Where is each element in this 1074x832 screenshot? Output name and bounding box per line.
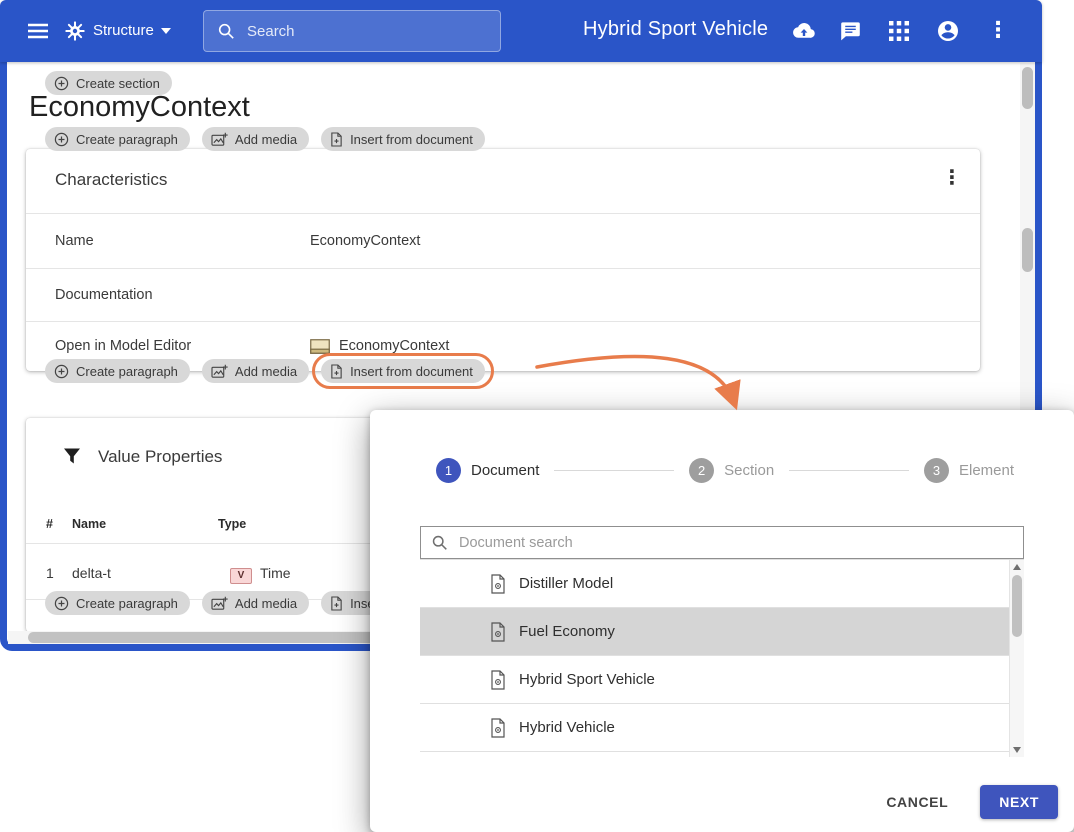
dialog-footer: CANCEL NEXT xyxy=(882,785,1058,819)
insert-from-document-button[interactable]: Insert from document xyxy=(321,359,485,383)
card-title: Value Properties xyxy=(98,447,222,467)
create-paragraph-button[interactable]: Create paragraph xyxy=(45,127,190,151)
cancel-button[interactable]: CANCEL xyxy=(882,788,952,816)
insert-document-icon xyxy=(330,132,343,147)
document-list: Distiller Model Fuel Economy Hybrid Spor… xyxy=(420,559,1024,757)
column-header-name: Name xyxy=(72,517,106,531)
field-row-documentation: Documentation xyxy=(26,268,980,322)
column-header-type: Type xyxy=(218,517,246,531)
card-menu-icon[interactable]: ⋮ xyxy=(942,165,962,190)
search-icon xyxy=(431,534,448,551)
structure-menu-button[interactable]: Structure xyxy=(93,22,154,39)
global-search[interactable] xyxy=(203,10,501,52)
step-3-circle: 3 xyxy=(924,458,949,483)
add-media-icon xyxy=(211,596,228,611)
add-media-button[interactable]: Add media xyxy=(202,591,309,615)
add-media-icon xyxy=(211,132,228,147)
step-connector xyxy=(554,470,674,471)
column-header-num: # xyxy=(46,517,53,531)
step-2-circle: 2 xyxy=(689,458,714,483)
document-search-input[interactable] xyxy=(457,534,1023,552)
plus-circle-icon xyxy=(54,132,69,147)
menu-icon[interactable] xyxy=(26,19,50,43)
plus-circle-icon xyxy=(54,596,69,611)
step-connector xyxy=(789,470,909,471)
add-media-button[interactable]: Add media xyxy=(202,359,309,383)
document-search-field[interactable] xyxy=(420,526,1024,559)
insert-document-icon xyxy=(330,596,343,611)
structure-gear-icon[interactable] xyxy=(63,19,87,43)
type-badge: V xyxy=(230,565,252,584)
step-section: 2 Section xyxy=(689,458,774,483)
document-icon xyxy=(490,670,506,690)
document-icon xyxy=(490,718,506,738)
step-document: 1 Document xyxy=(436,458,539,483)
insert-from-document-button[interactable]: Insert from document xyxy=(321,127,485,151)
add-media-button[interactable]: Add media xyxy=(202,127,309,151)
cloud-upload-icon[interactable] xyxy=(790,21,816,41)
plus-circle-icon xyxy=(54,76,69,91)
document-title: Hybrid Sport Vehicle xyxy=(583,18,768,41)
card-title: Characteristics xyxy=(55,170,167,190)
list-scrollbar[interactable] xyxy=(1009,560,1024,757)
step-element: 3 Element xyxy=(924,458,1014,483)
step-1-circle: 1 xyxy=(436,458,461,483)
list-item-selected[interactable]: Fuel Economy xyxy=(420,608,1024,656)
comments-icon[interactable] xyxy=(839,20,862,43)
appbar: Structure Hybrid Sport Vehicle xyxy=(0,0,1042,62)
annotation-highlight-box: Insert from document xyxy=(312,353,494,389)
scrollbar-thumb[interactable] xyxy=(1022,67,1033,109)
scrollbar-thumb[interactable] xyxy=(1022,228,1033,272)
search-input[interactable] xyxy=(245,22,479,41)
search-icon xyxy=(217,22,235,40)
next-button[interactable]: NEXT xyxy=(980,785,1058,819)
chevron-down-icon[interactable] xyxy=(161,28,171,34)
apps-grid-icon[interactable] xyxy=(889,21,909,41)
create-paragraph-button[interactable]: Create paragraph xyxy=(45,591,190,615)
account-icon[interactable] xyxy=(936,19,960,43)
dialog-stepper: 1 Document 2 Section 3 Element xyxy=(436,458,1014,483)
model-diagram-icon xyxy=(310,339,330,354)
list-item[interactable]: Hybrid Sport Vehicle xyxy=(420,656,1024,704)
field-row-name: Name EconomyContext xyxy=(26,213,980,269)
create-section-button[interactable]: Create section xyxy=(45,71,172,95)
insert-document-icon xyxy=(330,364,343,379)
create-paragraph-button[interactable]: Create paragraph xyxy=(45,359,190,383)
list-item[interactable]: Distiller Model xyxy=(420,560,1024,608)
add-media-icon xyxy=(211,364,228,379)
insert-from-document-dialog: 1 Document 2 Section 3 Element xyxy=(370,410,1074,832)
list-item[interactable]: Hybrid Vehicle xyxy=(420,704,1024,752)
document-icon xyxy=(490,574,506,594)
more-options-icon[interactable]: ⋮ xyxy=(988,18,1008,42)
scrollbar-thumb[interactable] xyxy=(1012,575,1022,637)
characteristics-card: Characteristics ⋮ Name EconomyContext Do… xyxy=(26,149,980,371)
plus-circle-icon xyxy=(54,364,69,379)
document-icon xyxy=(490,622,506,642)
screen: Structure Hybrid Sport Vehicle xyxy=(0,0,1074,832)
scroll-up-arrow[interactable] xyxy=(1013,564,1021,570)
scroll-down-arrow[interactable] xyxy=(1013,747,1021,753)
filter-funnel-icon[interactable] xyxy=(62,446,82,466)
model-editor-link[interactable]: EconomyContext xyxy=(310,338,449,354)
